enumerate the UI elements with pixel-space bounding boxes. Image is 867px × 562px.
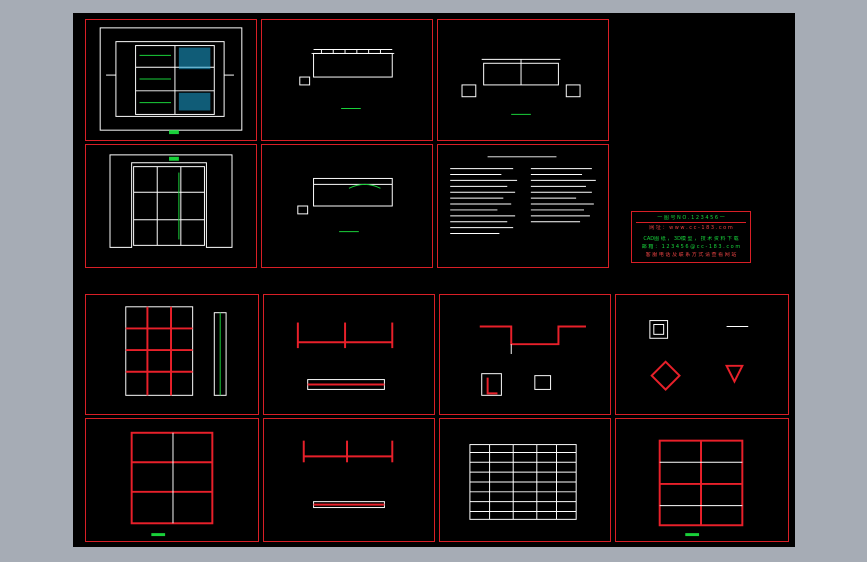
title-block: 一 图 号 N O . 1 2 3 4 5 6 一 网 址 ： w w w . … — [631, 211, 751, 263]
sheet-section-1[interactable] — [261, 19, 433, 141]
sheet-column-details[interactable] — [615, 294, 789, 415]
title-block-email: 邮 箱 ： 1 2 3 4 5 6 @ c c - 1 8 3 . c o m — [641, 244, 741, 250]
sheet-beam-sections[interactable] — [439, 294, 611, 415]
sheet-beam-detail-2[interactable] — [263, 418, 435, 542]
roof-plan-drawing — [658, 439, 744, 537]
title-block-drawing-number: 一 图 号 N O . 1 2 3 4 5 6 一 — [636, 215, 746, 223]
sheet-foundation-plan[interactable] — [85, 418, 259, 542]
foundation-plan-drawing — [130, 431, 214, 537]
sheet-floor-plan[interactable] — [85, 144, 257, 268]
title-block-contact: 客 服 电 话 及 联 系 方 式 请 查 看 网 站 — [645, 252, 737, 258]
sheet-beam-details[interactable] — [263, 294, 435, 415]
sheet-roof-plan[interactable] — [615, 418, 789, 542]
beam-detail-2-drawing — [302, 440, 394, 509]
sheet-plan[interactable] — [85, 19, 257, 141]
sheet-structural-plan[interactable] — [85, 294, 259, 415]
beam-details-drawing — [296, 322, 394, 390]
elevation-drawing — [297, 177, 393, 233]
beam-sections-drawing — [479, 325, 586, 396]
sheet-design-notes[interactable] — [437, 144, 609, 268]
column-details-drawing — [649, 320, 749, 391]
sheet-section-2[interactable] — [437, 19, 609, 141]
drawing-canvas[interactable]: 一 图 号 N O . 1 2 3 4 5 6 一 网 址 ： w w w . … — [73, 13, 795, 547]
floor-plan-drawing — [109, 154, 233, 248]
sheet-schedule-table[interactable] — [439, 418, 611, 542]
design-notes-text — [450, 156, 596, 235]
structural-plan-drawing — [125, 306, 227, 396]
title-block-website: 网 址 ： w w w . c c - 1 8 3 . c o m — [649, 225, 733, 231]
title-block-description: CAD图 纸 ， 3D模 型 ， 技 术 资 料 下 载 — [643, 236, 739, 242]
sheet-elevation[interactable] — [261, 144, 433, 268]
plan-drawing — [99, 27, 243, 135]
section-1-drawing — [299, 49, 395, 110]
section-2-drawing — [461, 58, 581, 115]
schedule-table-drawing — [469, 444, 577, 520]
